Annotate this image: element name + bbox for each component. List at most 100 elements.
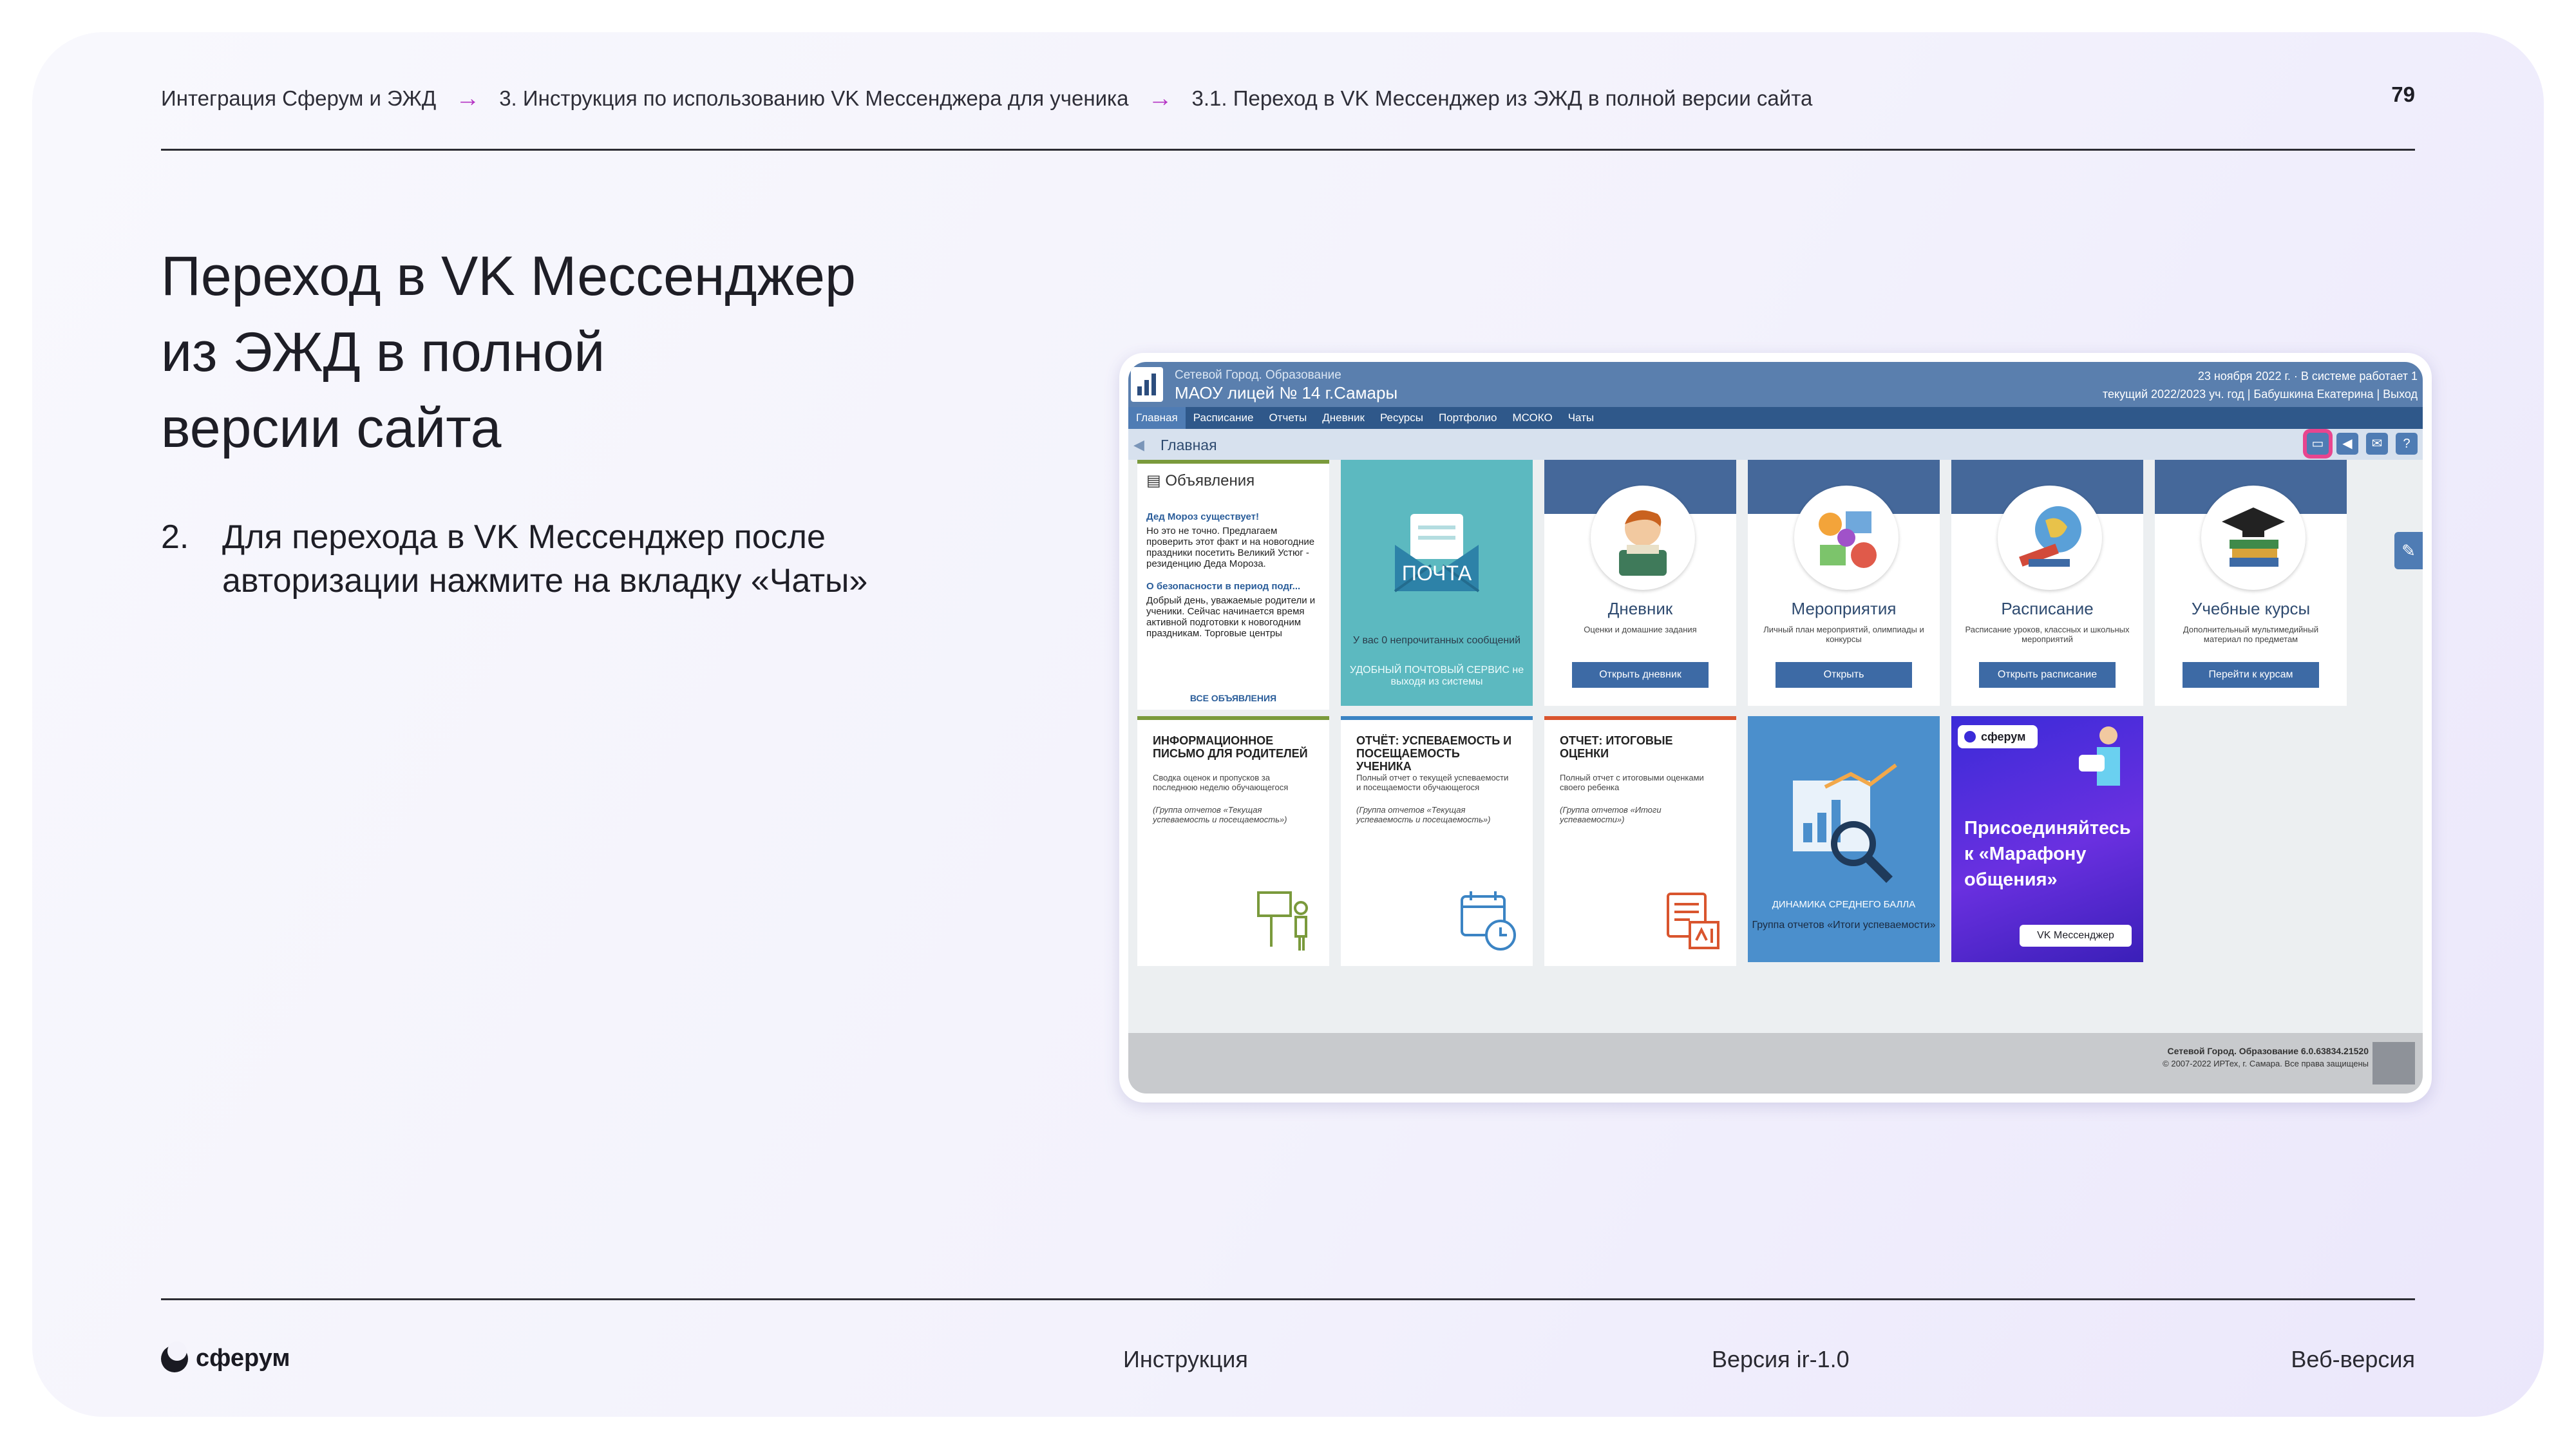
footer-version: Версия ir-1.0: [1712, 1346, 1850, 1372]
step-number: 2.: [161, 518, 189, 556]
announcements-title: ▤ Объявления: [1146, 472, 1255, 489]
feature-title: Мероприятия: [1791, 599, 1897, 618]
promo-title: Присоединяйтесь к «Марафону общения»: [1964, 818, 2131, 890]
go-to-courses-button[interactable]: Перейти к курсам: [2183, 662, 2319, 688]
feature-title: Учебные курсы: [2191, 599, 2311, 618]
announcement-text: Но это не точно. Предлагаем проверить эт…: [1146, 526, 1315, 569]
breadcrumb: Интеграция Сферум и ЭЖД → 3. Инструкция …: [161, 82, 1812, 115]
website-screenshot: Сетевой Город. Образование МАОУ лицей № …: [1119, 353, 2432, 1103]
menu-item-diary[interactable]: Дневник: [1314, 407, 1372, 429]
site-breadcrumb: ◀ Главная ▭ ◀ ✉ ?: [1128, 429, 2423, 460]
dynamics-group: Группа отчетов «Итоги успеваемости»: [1752, 920, 1936, 931]
instruction-step: 2. Для перехода в VK Мессенджер после ав…: [161, 515, 867, 603]
menu-item-schedule[interactable]: Расписание: [1186, 407, 1262, 429]
unread-count: У вас 0 непрочитанных сообщений: [1352, 635, 1521, 646]
dynamics-tile[interactable]: ДИНАМИКА СРЕДНЕГО БАЛЛА Группа отчетов «…: [1748, 716, 1940, 962]
screenshot-viewport: Сетевой Город. Образование МАОУ лицей № …: [1128, 362, 2423, 1094]
footer-doc-type: Инструкция: [1123, 1346, 1248, 1372]
footer-version: Сетевой Город. Образование 6.0.63834.215…: [2167, 1046, 2369, 1056]
events-collage-icon: [1794, 486, 1899, 590]
mail-icon[interactable]: ✉: [2366, 433, 2388, 455]
megaphone-icon[interactable]: ◀: [2336, 433, 2358, 455]
all-announcements-link[interactable]: ВСЕ ОБЪЯВЛЕНИЯ: [1137, 693, 1329, 703]
menu-item-chats[interactable]: Чаты: [1560, 407, 1602, 429]
feature-desc: Расписание уроков, классных и школьных м…: [1965, 625, 2130, 644]
promo-banner[interactable]: сферум Присоединяйтесь к «Марафону общен…: [1951, 716, 2143, 962]
title-line: из ЭЖД в полной: [161, 321, 605, 383]
feature-tile-courses: Учебные курсы Дополнительный мультимедий…: [2155, 460, 2347, 706]
step-text: Для перехода в VK Мессенджер после автор…: [222, 515, 867, 603]
arrow-right-icon: →: [1148, 84, 1173, 112]
site-header: Сетевой Город. Образование МАОУ лицей № …: [1128, 362, 2423, 407]
menu-item-main[interactable]: Главная: [1128, 407, 1186, 429]
breadcrumb-item[interactable]: 3. Инструкция по использованию VK Мессен…: [499, 86, 1128, 111]
year-user-logout[interactable]: текущий 2022/2023 уч. год | Бабушкина Ек…: [2103, 388, 2418, 401]
menu-item-msoko[interactable]: МСОКО: [1504, 407, 1560, 429]
report-title: ОТЧЁТ: УСПЕВАЕМОСТЬ И ПОСЕЩАЕМОСТЬ УЧЕНИ…: [1356, 734, 1512, 773]
side-wand-icon[interactable]: ✎: [2394, 532, 2423, 569]
vk-messenger-button[interactable]: VK Мессенджер: [2020, 925, 2132, 947]
breadcrumb-item: 3.1. Переход в VK Мессенджер из ЭЖД в по…: [1191, 86, 1813, 110]
menu-item-resources[interactable]: Ресурсы: [1372, 407, 1431, 429]
feature-desc: Личный план мероприятий, олимпиады и кон…: [1763, 625, 1924, 644]
graduation-cap-icon: [2201, 486, 2306, 590]
report-tile-final-grades[interactable]: ОТЧЕТ: ИТОГОВЫЕ ОЦЕНКИ Полный отчет с ит…: [1544, 716, 1736, 966]
help-icon[interactable]: ?: [2396, 433, 2418, 455]
school-name: МАОУ лицей № 14 г.Самары: [1175, 383, 1398, 402]
person-illustration-icon: [2079, 726, 2120, 786]
toolbar-icons: ▭ ◀ ✉ ?: [2307, 433, 2418, 455]
divider: [161, 149, 2415, 151]
back-arrow-icon[interactable]: ◀: [1133, 437, 1144, 453]
mail-label: ПОЧТА: [1401, 562, 1472, 585]
system-name: Сетевой Город. Образование: [1175, 368, 1341, 382]
site-footer: Сетевой Город. Образование 6.0.63834.215…: [1128, 1033, 2423, 1094]
report-tile-attendance[interactable]: ОТЧЁТ: УСПЕВАЕМОСТЬ И ПОСЕЩАЕМОСТЬ УЧЕНИ…: [1341, 716, 1533, 966]
open-events-button[interactable]: Открыть: [1776, 662, 1912, 688]
open-diary-button[interactable]: Открыть дневник: [1572, 662, 1709, 688]
announcement-link[interactable]: Дед Мороз существует!: [1146, 511, 1259, 522]
report-desc: Полный отчет с итоговыми оценками своего…: [1560, 773, 1704, 792]
calendar-clock-icon: [1461, 891, 1516, 951]
step-line: Для перехода в VK Мессенджер после: [222, 518, 826, 556]
announcement-link[interactable]: О безопасности в период подг...: [1146, 581, 1300, 592]
logo-text: сферум: [196, 1345, 290, 1372]
report-tile-parents-letter[interactable]: ИНФОРМАЦИОННОЕ ПИСЬМО ДЛЯ РОДИТЕЛЕЙ Свод…: [1137, 716, 1329, 966]
feature-desc: Оценки и домашние задания: [1584, 625, 1697, 634]
chat-icon[interactable]: ▭: [2307, 433, 2329, 455]
mail-tile[interactable]: ПОЧТА У вас 0 непрочитанных сообщений УД…: [1341, 460, 1533, 706]
sferum-badge: сферум: [1958, 725, 2038, 748]
report-title: ИНФОРМАЦИОННОЕ ПИСЬМО ДЛЯ РОДИТЕЛЕЙ: [1153, 734, 1308, 760]
teacher-board-icon: [1257, 891, 1308, 951]
sferum-logo: сферум: [161, 1341, 290, 1372]
arrow-right-icon: →: [455, 84, 480, 112]
open-schedule-button[interactable]: Открыть расписание: [1979, 662, 2116, 688]
menu-item-portfolio[interactable]: Портфолио: [1431, 407, 1504, 429]
footer-copyright: © 2007-2022 ИРТех, г. Самара. Все права …: [2163, 1059, 2369, 1068]
report-group: (Группа отчетов «Итоги успеваемости»): [1560, 805, 1662, 824]
report-desc: Полный отчет о текущей успеваемости и по…: [1356, 773, 1509, 792]
title-line: версии сайта: [161, 397, 502, 459]
breadcrumb-item[interactable]: Интеграция Сферум и ЭЖД: [161, 86, 436, 111]
report-desc: Сводка оценок и пропусков за последнюю н…: [1153, 773, 1289, 792]
irtech-footer-logo: [2372, 1042, 2415, 1084]
page-number: 79: [2391, 82, 2415, 106]
step-line: авторизации нажмите на вкладку «Чаты»: [222, 562, 868, 600]
page-title: Переход в VK Мессенджер из ЭЖД в полной …: [161, 238, 856, 466]
date-online: 23 ноября 2022 г. · В системе работает 1: [2197, 370, 2418, 383]
irtech-logo: [1131, 367, 1163, 402]
feature-tile-events: Мероприятия Личный план мероприятий, оли…: [1748, 460, 1940, 706]
feature-tile-schedule: Расписание Расписание уроков, классных и…: [1951, 460, 2143, 706]
feature-tile-diary: Дневник Оценки и домашние задания Открыт…: [1544, 460, 1736, 706]
student-reading-icon: [1591, 486, 1695, 590]
report-group: (Группа отчетов «Текущая успеваемость и …: [1153, 805, 1287, 824]
mail-service-text: УДОБНЫЙ ПОЧТОВЫЙ СЕРВИС не выходя из сис…: [1349, 665, 1524, 687]
footer-edition: Веб-версия: [2291, 1346, 2415, 1372]
sferum-logo-icon: [1964, 731, 1976, 743]
menu-item-reports[interactable]: Отчеты: [1261, 407, 1314, 429]
report-group: (Группа отчетов «Текущая успеваемость и …: [1356, 805, 1491, 824]
announcements-tile: ▤ Объявления Дед Мороз существует! Но эт…: [1137, 460, 1329, 710]
dynamics-title: ДИНАМИКА СРЕДНЕГО БАЛЛА: [1772, 899, 1916, 910]
globe-supplies-icon: [1998, 486, 2102, 590]
report-sheet-icon: [1667, 893, 1719, 949]
report-title: ОТЧЕТ: ИТОГОВЫЕ ОЦЕНКИ: [1560, 734, 1673, 760]
